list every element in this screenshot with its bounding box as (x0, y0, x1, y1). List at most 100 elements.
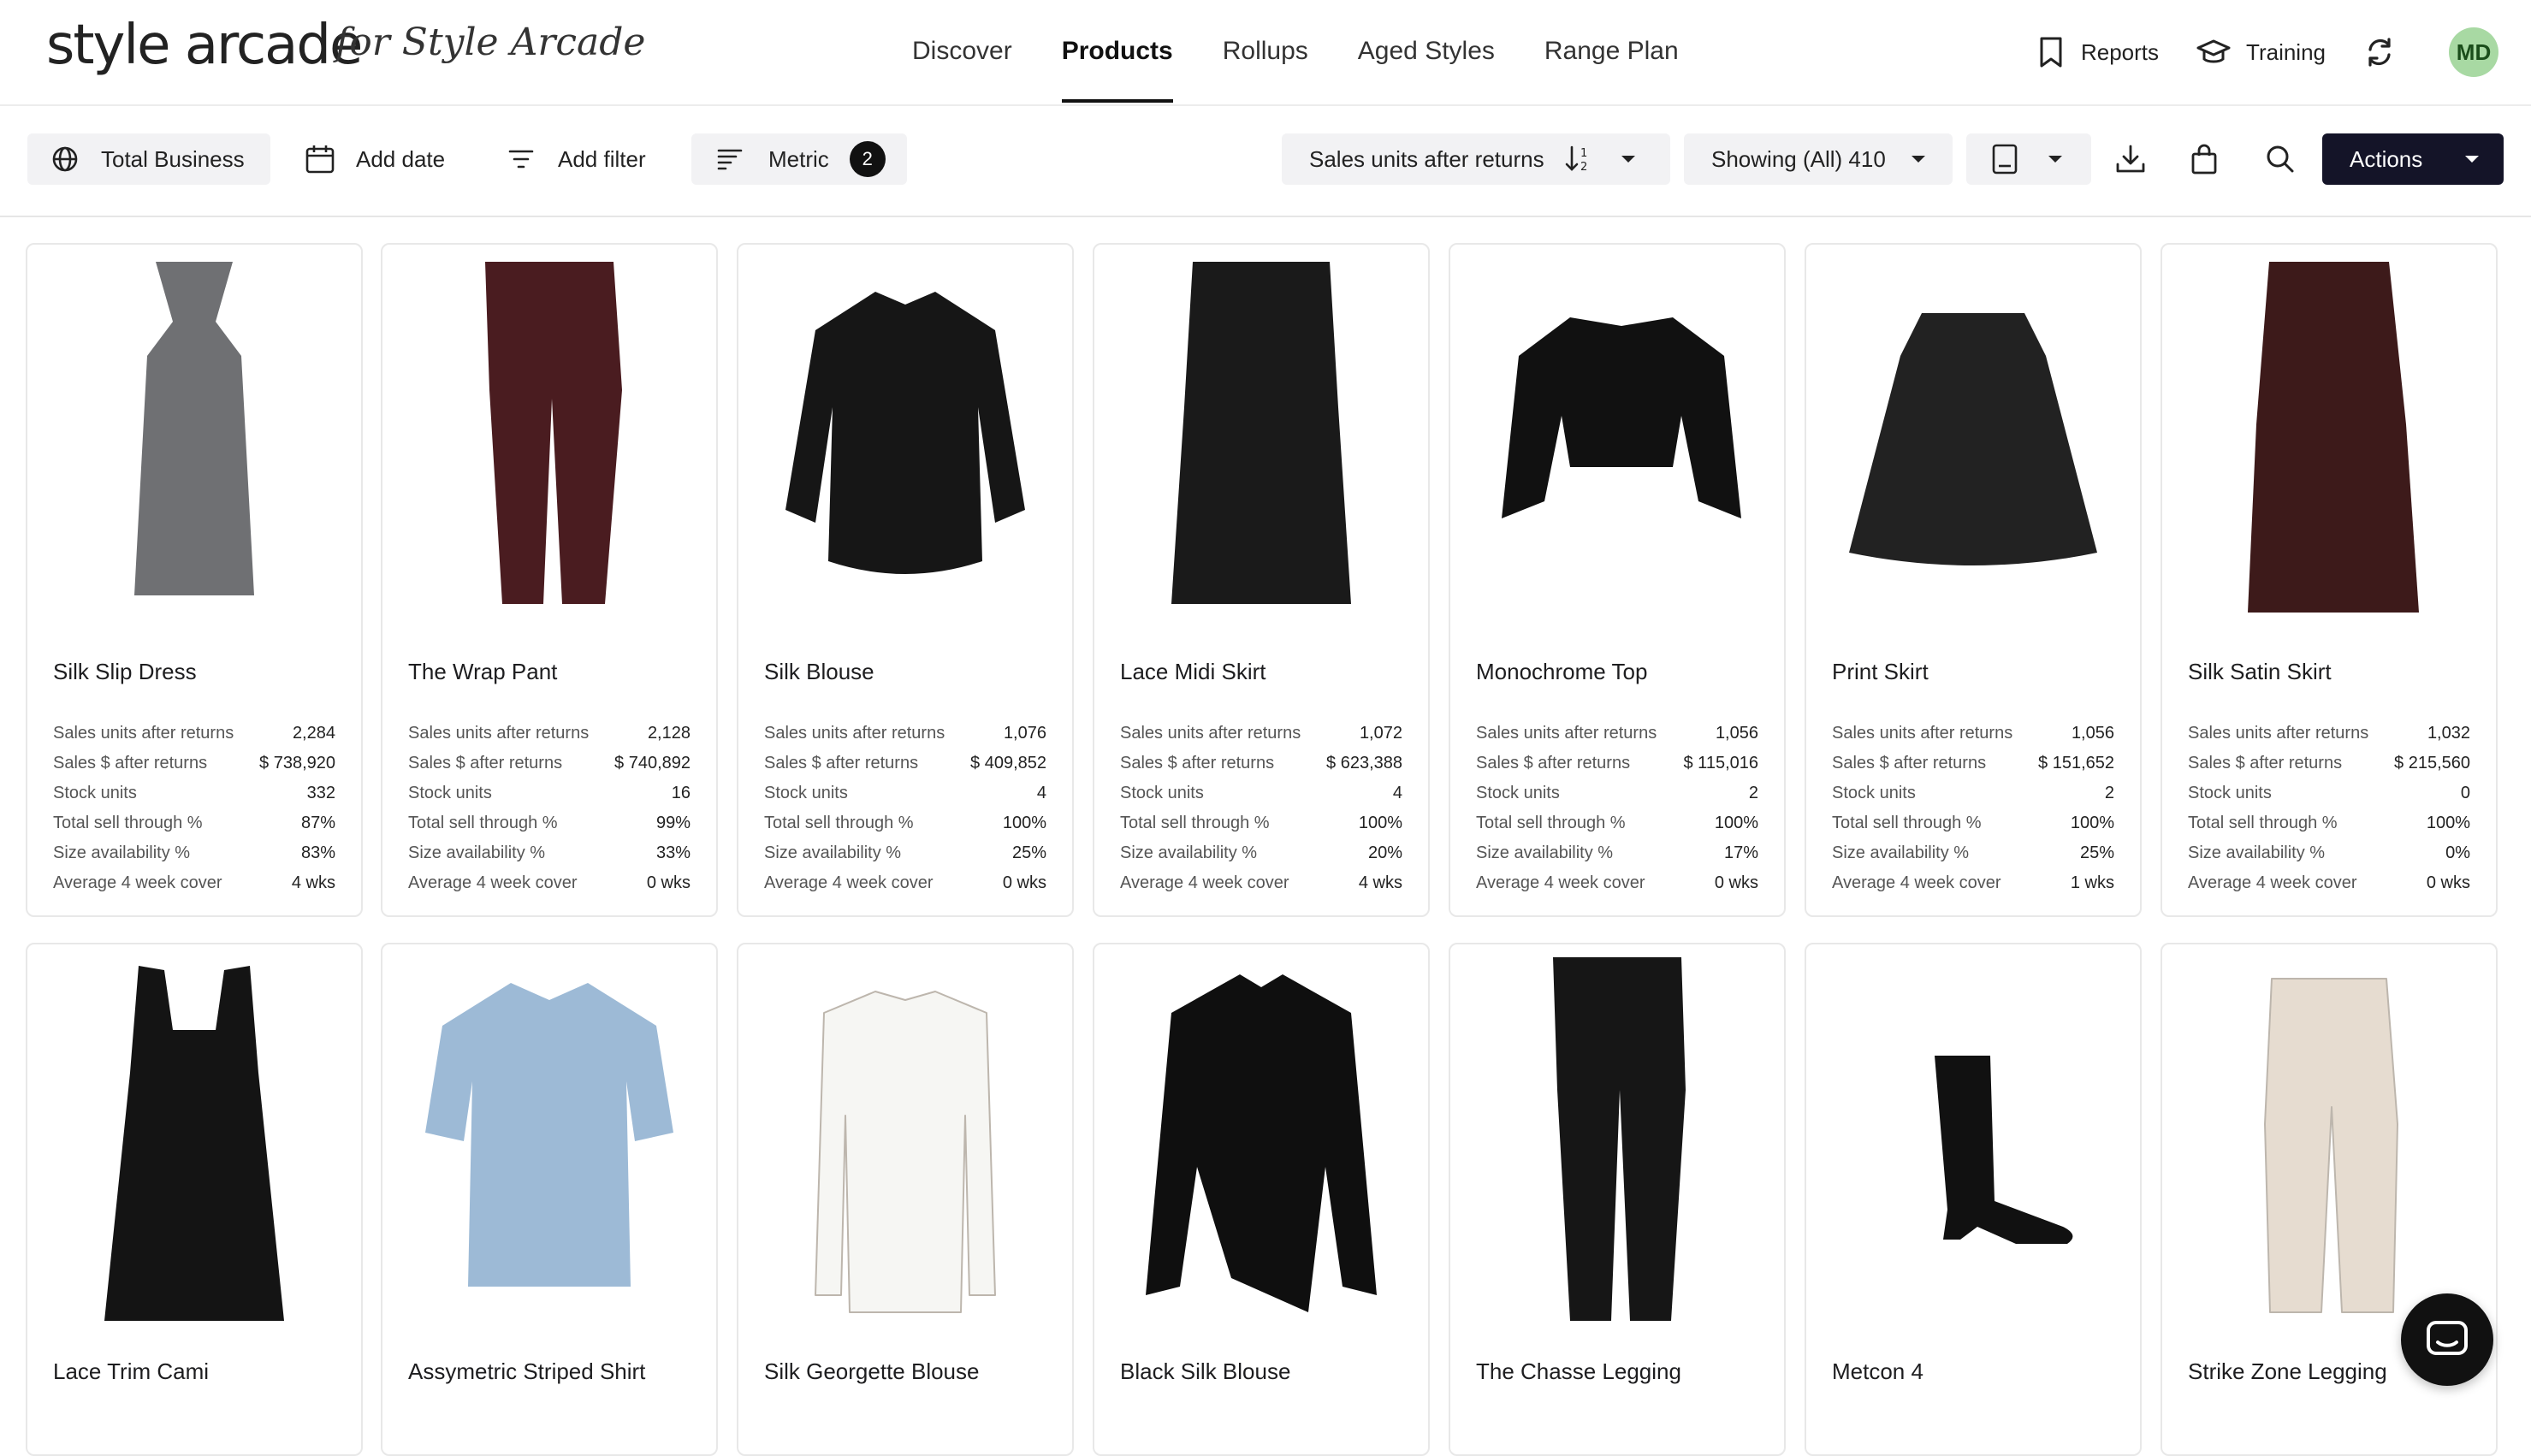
product-name[interactable]: The Wrap Pant (408, 659, 557, 685)
product-card[interactable]: Lace Trim Cami (26, 943, 363, 1456)
stat-value: $ 115,016 (1683, 754, 1759, 772)
svg-text:2: 2 (1580, 161, 1587, 174)
stat-value: 1,056 (2071, 724, 2114, 743)
stat-label: Average 4 week cover (53, 873, 222, 892)
product-image[interactable] (27, 944, 361, 1338)
add-date-button[interactable]: Add date (305, 133, 476, 185)
product-image[interactable] (27, 245, 361, 638)
product-card[interactable]: Metcon 4 (1805, 943, 2142, 1456)
stat-label: Sales $ after returns (1832, 754, 1987, 772)
stat-label: Sales $ after returns (53, 754, 208, 772)
stat-value: $ 738,920 (259, 754, 335, 772)
stat-label: Total sell through % (1832, 814, 1982, 832)
product-card[interactable]: Black Silk Blouse (1093, 943, 1430, 1456)
product-card[interactable]: Silk Satin Skirt Sales units after return… (2161, 243, 2498, 917)
stat-label: Size availability % (53, 843, 191, 862)
brand-logo[interactable]: style arcade (46, 14, 363, 77)
stat-label: Average 4 week cover (1832, 873, 2001, 892)
product-name[interactable]: Silk Slip Dress (53, 659, 197, 685)
stat-label: Stock units (1832, 784, 1916, 802)
actions-button[interactable]: Actions (2322, 133, 2504, 185)
brand-subtitle: for Style Arcade (335, 21, 646, 64)
product-card[interactable]: Silk Georgette Blouse (737, 943, 1074, 1456)
product-image[interactable] (382, 944, 716, 1338)
stat-value: 87% (300, 814, 335, 832)
product-card[interactable]: Silk Slip Dress Sales units after returns… (26, 243, 363, 917)
add-filter-button[interactable]: Add filter (508, 133, 679, 185)
product-card[interactable]: Assymetric Striped Shirt (381, 943, 718, 1456)
toolbar: Total Business Add date Add filter Metri… (0, 106, 2531, 217)
nav-rollups[interactable]: Rollups (1223, 0, 1308, 103)
product-name[interactable]: Assymetric Striped Shirt (408, 1358, 645, 1385)
bow-blouse-icon (815, 991, 996, 1313)
product-image[interactable] (2162, 944, 2496, 1338)
avatar[interactable]: MD (2449, 27, 2498, 77)
product-name[interactable]: Print Skirt (1832, 659, 1929, 685)
sync-button[interactable] (2363, 36, 2411, 68)
product-image[interactable] (2162, 245, 2496, 638)
nav-aged-styles[interactable]: Aged Styles (1358, 0, 1495, 103)
product-name[interactable]: Strike Zone Legging (2188, 1358, 2387, 1385)
product-image[interactable] (1094, 245, 1428, 638)
slip-dress-icon (134, 262, 254, 595)
metric-button[interactable]: Metric 2 (691, 133, 907, 185)
product-card[interactable]: Silk Blouse Sales units after returns 1,07… (737, 243, 1074, 917)
product-name[interactable]: Silk Blouse (764, 659, 874, 685)
product-stats: Sales units after returns 2,128 Sales $ af… (408, 724, 691, 903)
product-image[interactable] (1450, 944, 1784, 1338)
product-card[interactable]: Print Skirt Sales units after returns 1,05… (1805, 243, 2142, 917)
svg-text:1: 1 (1580, 147, 1587, 160)
card-view-icon (1992, 144, 2018, 175)
product-image[interactable] (1806, 944, 2140, 1338)
chat-launcher-button[interactable] (2401, 1293, 2493, 1386)
download-button[interactable] (2115, 133, 2155, 185)
stat-value: 332 (306, 784, 335, 802)
product-image[interactable] (738, 944, 1072, 1338)
product-stats: Sales units after returns 1,072 Sales $ af… (1120, 724, 1402, 903)
product-card[interactable]: Monochrome Top Sales units after returns 1… (1449, 243, 1786, 917)
shopping-bag-button[interactable] (2190, 133, 2225, 185)
stat-row: Stock units 4 (764, 784, 1046, 814)
product-name[interactable]: Silk Satin Skirt (2188, 659, 2332, 685)
view-mode-selector[interactable] (1966, 133, 2091, 185)
product-name[interactable]: Silk Georgette Blouse (764, 1358, 979, 1385)
product-image[interactable] (1806, 245, 2140, 638)
ruffle-blouse-icon (1146, 974, 1377, 1312)
nav-discover[interactable]: Discover (912, 0, 1012, 103)
product-image[interactable] (382, 245, 716, 638)
product-image[interactable] (738, 245, 1072, 638)
stat-row: Sales units after returns 1,076 (764, 724, 1046, 754)
product-card[interactable]: The Chasse Legging (1449, 943, 1786, 1456)
showing-selector[interactable]: Showing (All) 410 (1684, 133, 1953, 185)
product-name[interactable]: Monochrome Top (1476, 659, 1647, 685)
stat-value: $ 215,560 (2394, 754, 2470, 772)
product-card[interactable]: The Wrap Pant Sales units after returns 2,… (381, 243, 718, 917)
reports-button[interactable]: Reports (2036, 36, 2159, 68)
nav-range-plan[interactable]: Range Plan (1544, 0, 1679, 103)
product-name[interactable]: Black Silk Blouse (1120, 1358, 1290, 1385)
product-image[interactable] (1450, 245, 1784, 638)
product-image[interactable] (1094, 944, 1428, 1338)
sort-selector[interactable]: Sales units after returns 12 (1282, 133, 1670, 185)
sort-label: Sales units after returns (1309, 145, 1544, 172)
stat-label: Sales units after returns (53, 724, 234, 743)
stat-value: 4 (1036, 784, 1046, 802)
product-name[interactable]: Metcon 4 (1832, 1358, 1923, 1385)
stat-row: Total sell through % 100% (2188, 814, 2470, 843)
training-button[interactable]: Training (2196, 38, 2326, 67)
cami-icon (104, 966, 284, 1321)
total-business-filter[interactable]: Total Business (27, 133, 270, 185)
stat-label: Sales units after returns (2188, 724, 2369, 743)
product-name[interactable]: Lace Midi Skirt (1120, 659, 1266, 685)
stat-row: Average 4 week cover 1 wks (1832, 873, 2114, 903)
stat-value: 2,284 (292, 724, 335, 743)
product-card[interactable]: Lace Midi Skirt Sales units after returns… (1093, 243, 1430, 917)
product-name[interactable]: The Chasse Legging (1476, 1358, 1681, 1385)
product-stats: Sales units after returns 2,284 Sales $ af… (53, 724, 335, 903)
product-name[interactable]: Lace Trim Cami (53, 1358, 209, 1385)
stat-row: Size availability % 83% (53, 843, 335, 873)
stat-row: Average 4 week cover 0 wks (764, 873, 1046, 903)
search-button[interactable] (2266, 133, 2300, 185)
nav-products[interactable]: Products (1061, 0, 1173, 103)
stat-label: Total sell through % (53, 814, 203, 832)
